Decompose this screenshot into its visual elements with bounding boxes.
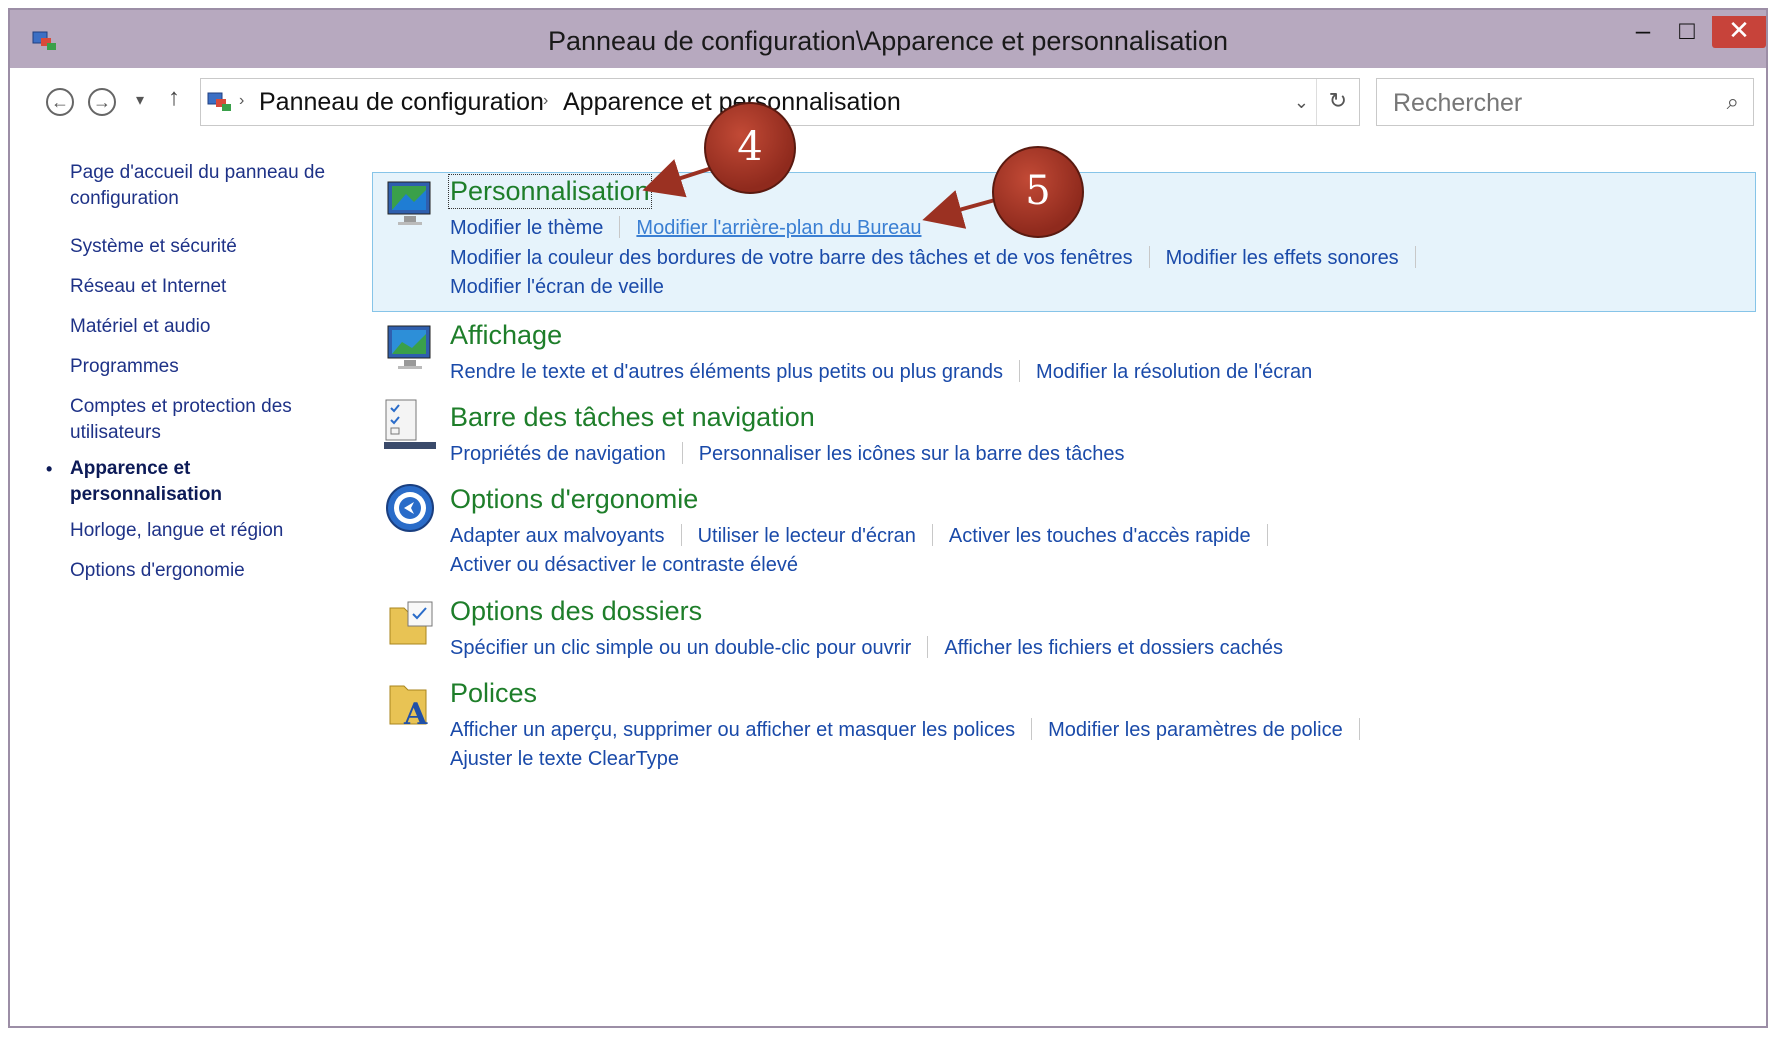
link-separator [1414, 246, 1416, 268]
category-title-options-dossiers[interactable]: Options des dossiers [450, 596, 702, 627]
close-button[interactable]: ✕ [1712, 16, 1766, 48]
sidebar-item-network[interactable]: Réseau et Internet [70, 274, 360, 300]
link-fichiers-caches[interactable]: Afficher les fichiers et dossiers cachés [944, 637, 1283, 659]
search-icon[interactable]: ⌕ [1727, 89, 1739, 115]
breadcrumb-separator[interactable]: › [239, 92, 244, 110]
link-row: Spécifier un clic simple ou un double-cl… [450, 636, 1283, 660]
link-separator [931, 524, 933, 546]
svg-text:A: A [403, 697, 428, 730]
link-modifier-arriere-plan[interactable]: Modifier l'arrière-plan du Bureau [636, 217, 921, 239]
link-separator [681, 442, 683, 464]
address-dropdown-chevron-icon[interactable]: ⌄ [1294, 92, 1309, 113]
link-row: Afficher un aperçu, supprimer ou affiche… [450, 718, 1376, 742]
control-panel-window: Panneau de configuration\Apparence et pe… [8, 8, 1768, 1028]
active-bullet: • [46, 459, 53, 479]
category-title-options-ergonomie[interactable]: Options d'ergonomie [450, 484, 698, 515]
link-row: Modifier la couleur des bordures de votr… [450, 246, 1432, 270]
address-divider [1316, 79, 1317, 125]
link-cleartype[interactable]: Ajuster le texte ClearType [450, 748, 679, 770]
link-separator [927, 636, 929, 658]
link-row: Propriétés de navigation Personnaliser le… [450, 442, 1124, 466]
window-title: Panneau de configuration\Apparence et pe… [548, 26, 1228, 56]
link-row: Rendre le texte et d'autres éléments plu… [450, 360, 1312, 384]
link-separator [1148, 246, 1150, 268]
annotation-callout-5: 5 [992, 146, 1084, 238]
fonts-icon[interactable]: A [386, 678, 438, 730]
link-row: Activer ou désactiver le contraste élevé [450, 554, 798, 577]
sidebar-item-system-security[interactable]: Système et sécurité [70, 234, 360, 260]
breadcrumb-separator[interactable]: › [543, 92, 548, 110]
navigation-bar: ← → ▾ ↑ › Panneau de configuration › App… [10, 68, 1766, 138]
link-separator [1358, 718, 1360, 740]
link-row: Adapter aux malvoyants Utiliser le lecteu… [450, 524, 1284, 548]
link-icones-barre-taches[interactable]: Personnaliser les icônes sur la barre de… [699, 443, 1125, 465]
search-input[interactable] [1391, 85, 1695, 121]
recent-locations-dropdown[interactable]: ▾ [136, 90, 144, 110]
link-contraste-eleve[interactable]: Activer ou désactiver le contraste élevé [450, 554, 798, 576]
link-touches-acces-rapide[interactable]: Activer les touches d'accès rapide [949, 525, 1251, 547]
link-lecteur-ecran[interactable]: Utiliser le lecteur d'écran [698, 525, 916, 547]
up-button[interactable]: ↑ [168, 84, 180, 112]
forward-button[interactable]: → [88, 88, 116, 116]
link-effets-sonores[interactable]: Modifier les effets sonores [1166, 247, 1399, 269]
maximize-button[interactable]: □ [1670, 16, 1704, 48]
category-title-polices[interactable]: Polices [450, 678, 537, 709]
link-proprietes-navigation[interactable]: Propriétés de navigation [450, 443, 666, 465]
link-texte-taille[interactable]: Rendre le texte et d'autres éléments plu… [450, 361, 1003, 383]
link-clic-simple-double[interactable]: Spécifier un clic simple ou un double-cl… [450, 637, 911, 659]
link-separator [619, 216, 621, 238]
link-modifier-le-theme[interactable]: Modifier le thème [450, 217, 603, 239]
link-apercu-polices[interactable]: Afficher un aperçu, supprimer ou affiche… [450, 719, 1015, 741]
taskbar-icon[interactable] [384, 398, 436, 450]
link-row: Ajuster le texte ClearType [450, 748, 679, 771]
annotation-callout-4: 4 [704, 102, 796, 194]
link-ecran-de-veille[interactable]: Modifier l'écran de veille [450, 276, 664, 298]
refresh-icon[interactable]: ↻ [1329, 88, 1347, 114]
category-title-barre-des-taches[interactable]: Barre des tâches et navigation [450, 402, 815, 433]
link-couleur-bordures[interactable]: Modifier la couleur des bordures de votr… [450, 247, 1133, 269]
category-title-affichage[interactable]: Affichage [450, 320, 562, 351]
breadcrumb-panneau-de-configuration[interactable]: Panneau de configuration [259, 88, 544, 117]
link-separator [1031, 718, 1033, 740]
sidebar-item-programs[interactable]: Programmes [70, 354, 360, 380]
sidebar-item-clock-region[interactable]: Horloge, langue et région [70, 518, 360, 544]
sidebar-item-label: Apparence et personnalisation [70, 458, 223, 505]
link-separator [1266, 524, 1268, 546]
link-separator [1019, 360, 1021, 382]
link-parametres-police[interactable]: Modifier les paramètres de police [1048, 719, 1343, 741]
link-resolution-ecran[interactable]: Modifier la résolution de l'écran [1036, 361, 1312, 383]
sidebar-item-home[interactable]: Page d'accueil du panneau de configurati… [70, 160, 360, 212]
folder-options-icon[interactable] [386, 598, 438, 650]
link-row: Modifier l'écran de veille [450, 276, 664, 299]
ease-of-access-icon[interactable] [384, 482, 436, 534]
personalisation-icon[interactable] [384, 176, 436, 228]
link-row: Modifier le thème Modifier l'arrière-plan… [450, 216, 921, 240]
sidebar-item-user-accounts[interactable]: Comptes et protection des utilisateurs [70, 394, 360, 446]
control-panel-icon [207, 92, 231, 111]
sidebar-item-ease-of-access[interactable]: Options d'ergonomie [70, 558, 360, 584]
sidebar-item-hardware-audio[interactable]: Matériel et audio [70, 314, 360, 340]
search-box[interactable]: ⌕ [1376, 78, 1754, 126]
sidebar-item-appearance[interactable]: • Apparence et personnalisation [46, 456, 270, 508]
link-malvoyants[interactable]: Adapter aux malvoyants [450, 525, 665, 547]
title-bar: Panneau de configuration\Apparence et pe… [10, 10, 1766, 68]
back-button[interactable]: ← [46, 88, 74, 116]
category-title-personnalisation[interactable]: Personnalisation [448, 174, 652, 209]
display-icon[interactable] [384, 320, 436, 372]
link-separator [680, 524, 682, 546]
minimize-button[interactable]: – [1628, 16, 1658, 48]
